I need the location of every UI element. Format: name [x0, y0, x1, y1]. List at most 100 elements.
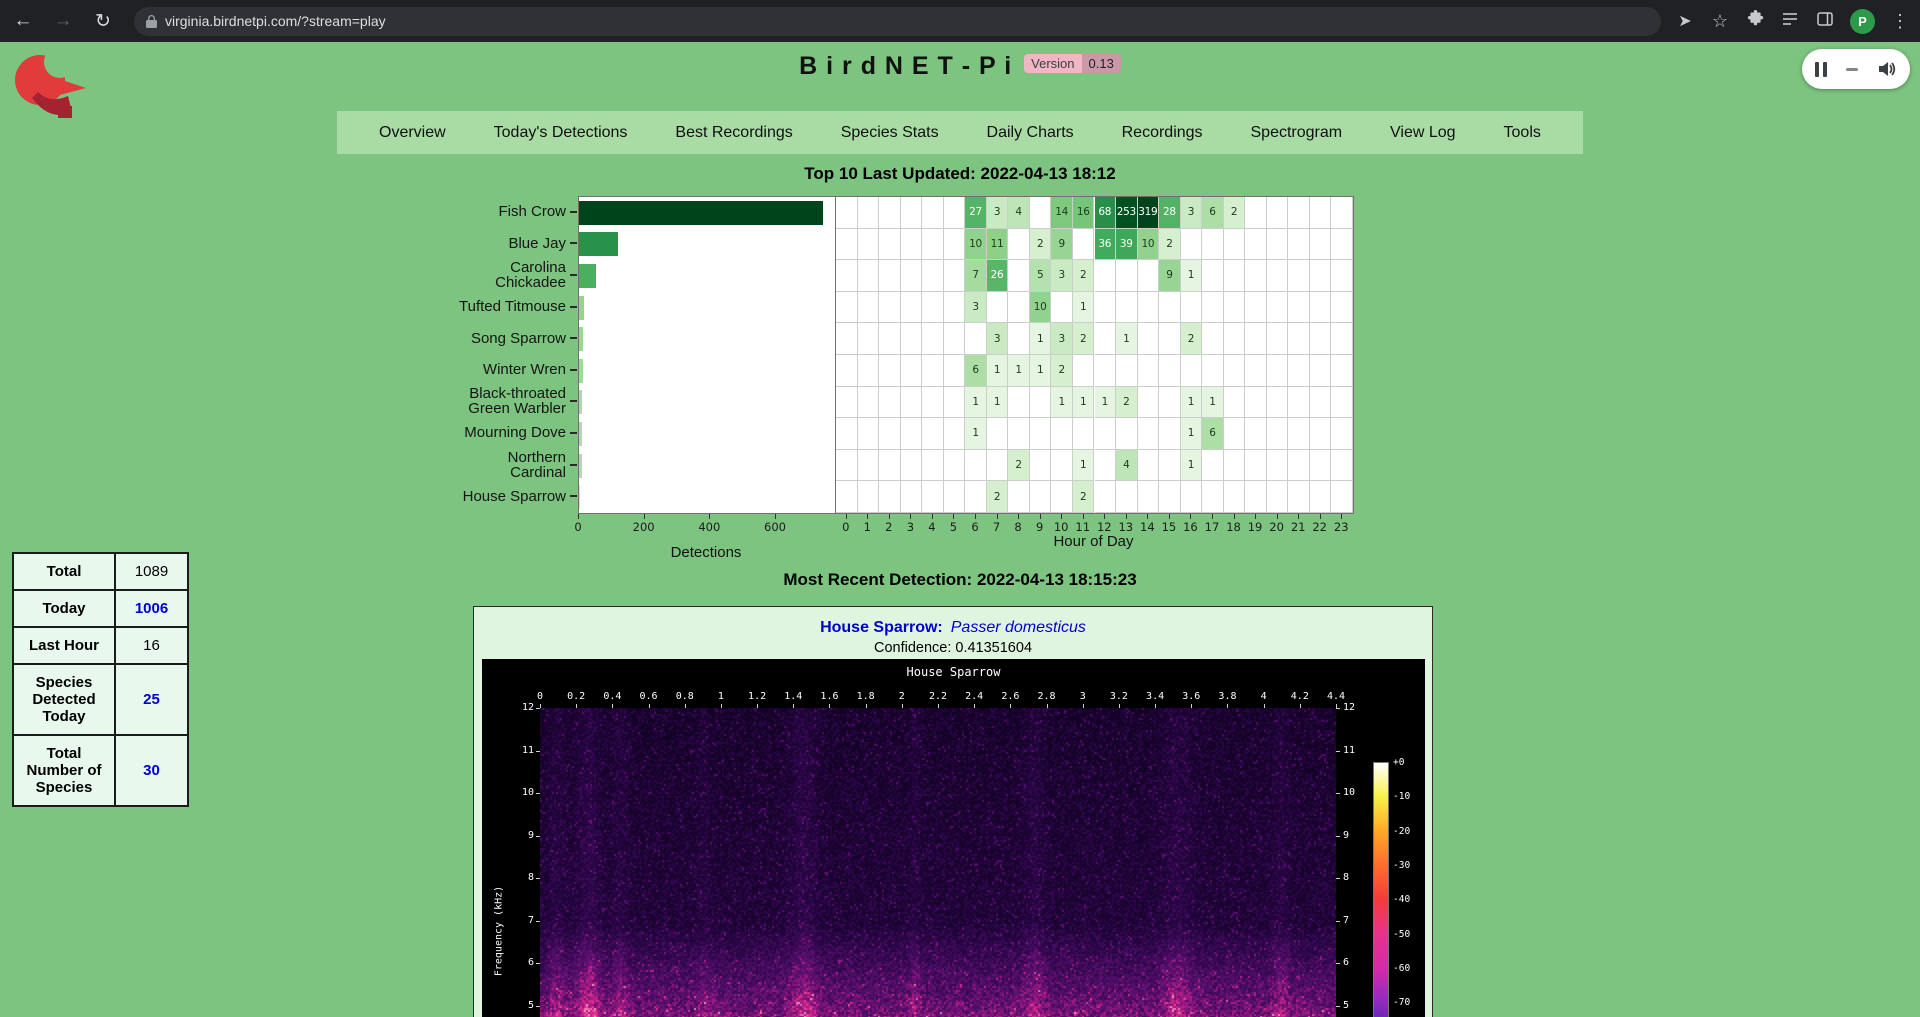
heatmap-cell [944, 229, 966, 261]
freq-tick-label: 8 [510, 872, 534, 883]
heatmap-cell: 5 [1030, 260, 1052, 292]
freq-tick-label: 5 [1343, 1000, 1367, 1011]
heatmap-cell [1224, 260, 1246, 292]
x-axis-tick [1234, 514, 1235, 519]
heatmap-cell [1288, 292, 1310, 324]
colorbar-tick-label: -70 [1393, 997, 1423, 1008]
recent-detection-panel: House Sparrow:Passer domesticus Confiden… [473, 606, 1433, 1017]
heatmap-cell [1288, 418, 1310, 450]
time-tick [866, 704, 867, 708]
freq-tick [1336, 708, 1340, 709]
heatmap-cell: 6 [1202, 197, 1224, 229]
heatmap-cell: 3 [987, 197, 1009, 229]
freq-tick [1336, 793, 1340, 794]
heatmap-cell [1159, 292, 1181, 324]
heatmap-cell: 4 [1116, 450, 1138, 482]
heatmap-cell [901, 323, 923, 355]
back-button[interactable]: ← [6, 4, 40, 38]
species-common-name-link[interactable]: House Sparrow: [820, 619, 943, 636]
extensions-puzzle-icon[interactable] [1745, 10, 1765, 32]
bookmark-star-icon[interactable]: ☆ [1710, 11, 1730, 32]
x-axis-tick [1104, 514, 1105, 519]
heatmap-cell [1267, 481, 1289, 513]
heatmap-cell [965, 481, 987, 513]
x-axis-tick [1147, 514, 1148, 519]
x-axis-tick [1298, 514, 1299, 519]
heatmap-cell [1159, 418, 1181, 450]
heatmap-cell [1267, 260, 1289, 292]
freq-tick-label: 7 [510, 915, 534, 926]
heatmap-cell [1245, 323, 1267, 355]
heatmap-cell [944, 418, 966, 450]
heatmap-cell [922, 355, 944, 387]
heatmap-cell [1159, 481, 1181, 513]
time-tick-label: 2.4 [959, 691, 989, 702]
heatmap-cell [944, 323, 966, 355]
stat-value-link[interactable]: 30 [115, 735, 188, 806]
spectrogram-canvas [540, 708, 1336, 1017]
reload-button[interactable]: ↻ [86, 4, 120, 38]
browser-toolbar: ← → ↻ virginia.birdnetpi.com/?stream=pla… [0, 0, 1920, 42]
time-tick-label: 2.6 [995, 691, 1025, 702]
x-axis-tick [1341, 514, 1342, 519]
heatmap-cell [1224, 323, 1246, 355]
hour-tick-label: 12 [1094, 520, 1114, 534]
heatmap-cell [1116, 418, 1138, 450]
heatmap-cell: 6 [1202, 418, 1224, 450]
heatmap-cell [1310, 355, 1332, 387]
time-tick-label: 4 [1249, 691, 1279, 702]
hour-tick-label: 17 [1202, 520, 1222, 534]
heatmap-cell [1138, 355, 1160, 387]
freq-tick-label: 5 [510, 1000, 534, 1011]
x-axis-tick [910, 514, 911, 519]
heatmap-cell [836, 450, 858, 482]
heatmap-cell: 1 [1181, 450, 1203, 482]
time-tick-label: 0.4 [597, 691, 627, 702]
heatmap-cell [1310, 260, 1332, 292]
x-axis-tick [1040, 514, 1041, 519]
time-tick-label: 0.6 [634, 691, 664, 702]
heatmap-cell: 6 [965, 355, 987, 387]
menu-dots-icon[interactable]: ⋮ [1890, 11, 1910, 32]
hour-tick-label: 20 [1267, 520, 1287, 534]
heatmap-cell [1224, 387, 1246, 419]
forward-button[interactable]: → [46, 4, 80, 38]
heatmap-cell: 10 [1138, 229, 1160, 261]
x-axis-tick [1212, 514, 1213, 519]
heatmap-cell [1245, 418, 1267, 450]
heatmap-cell [1224, 418, 1246, 450]
spectrogram-image[interactable]: House Sparrow Frequency (kHz) 00.20.40.6… [482, 659, 1425, 1017]
stat-value-link[interactable]: 1006 [115, 590, 188, 627]
profile-avatar[interactable]: P [1850, 9, 1875, 34]
heatmap-cell [1202, 355, 1224, 387]
species-scientific-name-link[interactable]: Passer domesticus [951, 619, 1086, 636]
reading-list-icon[interactable] [1780, 12, 1800, 31]
heatmap-cell [1288, 387, 1310, 419]
heatmap-cell [1288, 260, 1310, 292]
heatmap-cell [922, 418, 944, 450]
heatmap-cell [836, 323, 858, 355]
heatmap-cell: 2 [1159, 229, 1181, 261]
heatmap-cell [1224, 450, 1246, 482]
heatmap-cell [922, 260, 944, 292]
heatmap-cell [1267, 418, 1289, 450]
time-tick-label: 3.8 [1212, 691, 1242, 702]
heatmap-cell [1159, 323, 1181, 355]
heatmap-cell [1310, 418, 1332, 450]
heatmap-cell [1073, 229, 1095, 261]
heatmap-cell [1138, 450, 1160, 482]
heatmap-cell [836, 292, 858, 324]
heatmap-cell [1331, 260, 1353, 292]
heatmap-cell [1310, 387, 1332, 419]
spectrogram-title: House Sparrow [482, 665, 1425, 679]
time-tick-label: 1.2 [742, 691, 772, 702]
side-panel-icon[interactable] [1815, 12, 1835, 31]
stat-value-link[interactable]: 25 [115, 664, 188, 735]
hour-tick-label: 0 [836, 520, 856, 534]
heatmap-cell [901, 418, 923, 450]
hour-tick-label: 10 [1051, 520, 1071, 534]
address-bar[interactable]: virginia.birdnetpi.com/?stream=play [134, 7, 1661, 36]
share-icon[interactable]: ➤ [1675, 11, 1695, 31]
heatmap-cell [1138, 260, 1160, 292]
x-axis-tick [889, 514, 890, 519]
